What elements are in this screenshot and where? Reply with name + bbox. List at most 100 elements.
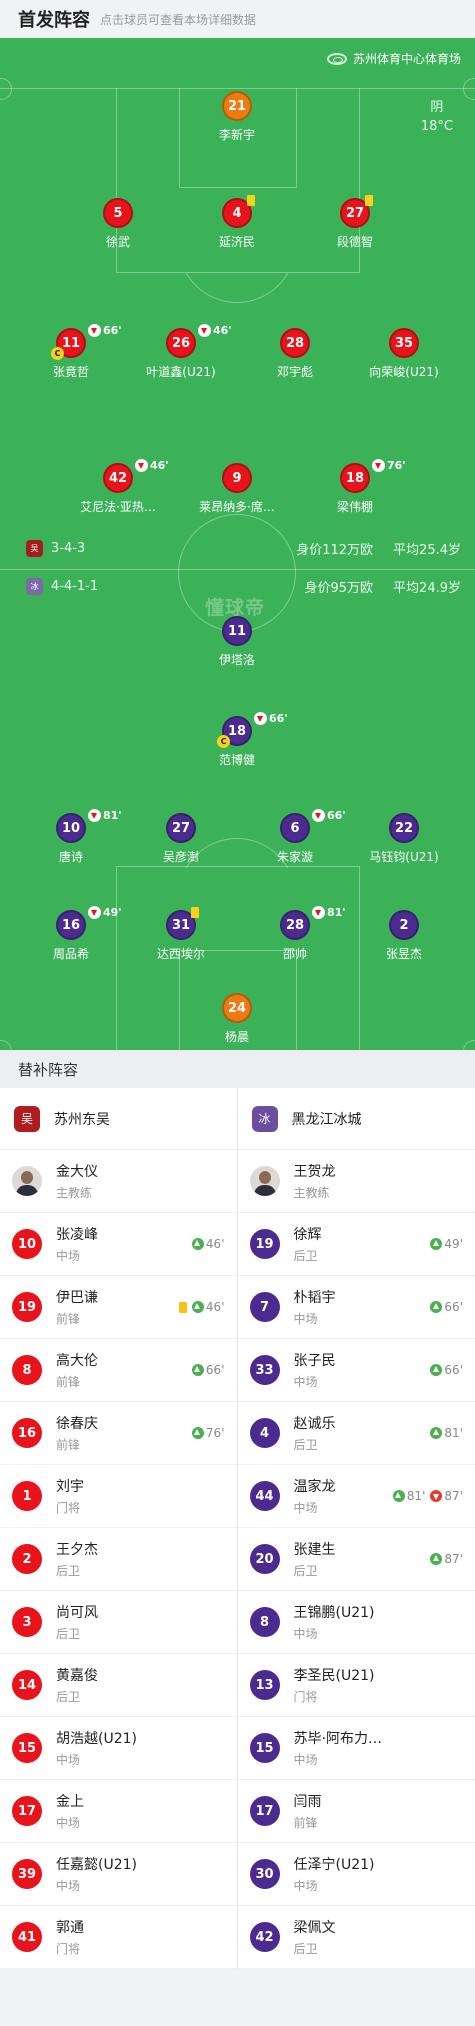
home-player[interactable]: 42 46' 艾尼法·亚热… (58, 459, 178, 515)
player-number-badge: 5 (103, 198, 133, 228)
yellow-card-icon (178, 1301, 187, 1313)
player-number-badge: 15 (249, 1733, 280, 1763)
sub-out-icon (135, 459, 148, 472)
yellow-card-icon (365, 195, 373, 206)
home-subs-team-name: 苏州东吴 (54, 1111, 110, 1128)
coach-role: 主教练 (293, 1186, 330, 1200)
sub-player-row[interactable]: 10 张凌峰 中场 46' (0, 1213, 237, 1276)
player-name: 梁佩文 (293, 1920, 336, 1936)
home-player[interactable]: 18 76' 梁伟棚 (295, 459, 415, 515)
home-player[interactable]: 9 莱昂纳多·席… (177, 463, 297, 515)
home-player[interactable]: 28 邓宇彪 (235, 328, 355, 380)
sub-in-minute: 76' (205, 1426, 225, 1440)
away-player[interactable]: 2 张昱杰 (344, 910, 464, 962)
sub-player-row[interactable]: 7 朴韬宇 中场 66' (237, 1276, 475, 1339)
away-player[interactable]: 6 66' 朱家漩 (235, 809, 355, 865)
away-subs-team[interactable]: 冰 黑龙江冰城 (237, 1088, 475, 1150)
player-name: 梁伟棚 (336, 500, 373, 514)
player-position: 中场 (56, 1249, 81, 1263)
sub-player-row[interactable]: 4 赵诚乐 后卫 81' (237, 1402, 475, 1465)
sub-player-row[interactable]: 16 徐春庆 前锋 76' (0, 1402, 237, 1465)
home-player[interactable]: 27 段德智 (295, 195, 415, 250)
player-number-badge: 4 (249, 1418, 280, 1448)
sub-player-row[interactable]: 15 胡浩越(U21) 中场 (0, 1717, 237, 1780)
sub-in-event: 66' (430, 1363, 463, 1377)
sub-in-minute: 87' (444, 1552, 463, 1566)
home-player[interactable]: 26 46' 叶道鑫(U21) (121, 324, 241, 380)
player-info: 胡浩越(U21) 中场 (56, 1728, 225, 1768)
sub-player-row[interactable]: 17 闫雨 前锋 (237, 1780, 475, 1843)
player-position: 后卫 (293, 1564, 318, 1578)
sub-player-row[interactable]: 14 黄嘉俊 后卫 (0, 1654, 237, 1717)
sub-player-row[interactable]: 19 徐辉 后卫 49' (237, 1213, 475, 1276)
player-number: 39 (17, 1866, 37, 1882)
home-player[interactable]: 5 徐武 (58, 198, 178, 250)
player-name: 任泽宁(U21) (293, 1857, 375, 1873)
player-events: 81' 87' (392, 1489, 463, 1503)
sub-player-row[interactable]: 33 张子民 中场 66' (237, 1339, 475, 1402)
sub-player-row[interactable]: 8 高大伦 前锋 66' (0, 1339, 237, 1402)
sub-player-row[interactable]: 44 温家龙 中场 81' 87' (237, 1465, 475, 1528)
player-position: 中场 (293, 1501, 318, 1515)
player-name: 吴彦澍 (162, 850, 199, 864)
sub-player-row[interactable]: 30 任泽宁(U21) 中场 (237, 1843, 475, 1906)
away-player[interactable]: 18 C 66' 范博健 (177, 712, 297, 768)
away-player[interactable]: 16 49' 周品希 (11, 906, 131, 962)
player-info: 温家龙 中场 (294, 1476, 393, 1516)
away-formation: 4-4-1-1 (51, 579, 99, 594)
home-player[interactable]: 11 C 66' 张竟哲 (11, 324, 131, 380)
player-number-badge: 39 (12, 1859, 42, 1889)
sub-player-row[interactable]: 1 刘宇 门将 (0, 1465, 237, 1528)
home-coach-row[interactable]: 金大仪 主教练 (0, 1150, 237, 1213)
sub-player-row[interactable]: 19 伊巴谦 前锋 46' (0, 1276, 237, 1339)
player-number: 16 (17, 1425, 37, 1441)
sub-player-row[interactable]: 41 郭通 门将 (0, 1906, 237, 1969)
sub-player-row[interactable]: 2 王夕杰 后卫 (0, 1528, 237, 1591)
player-number-badge: 8 (249, 1607, 280, 1637)
coach-avatar (12, 1166, 42, 1196)
away-player[interactable]: 11 伊塔洛 (177, 616, 297, 668)
home-subs-team[interactable]: 吴 苏州东吴 (0, 1088, 237, 1150)
home-player[interactable]: 35 向荣峻(U21) (344, 328, 464, 380)
player-number: 11 (227, 623, 247, 639)
away-player[interactable]: 24 杨晨 (177, 993, 297, 1045)
player-number: 27 (345, 205, 365, 221)
away-coach-row[interactable]: 王贺龙 主教练 (237, 1150, 475, 1213)
sub-player-row[interactable]: 15 苏毕·阿布力… 中场 (237, 1717, 475, 1780)
player-events: 46' (178, 1300, 225, 1314)
home-player[interactable]: 4 延济民 (177, 195, 297, 250)
player-number: 8 (259, 1614, 270, 1630)
player-number: 1 (22, 1488, 32, 1504)
sub-out-indicator: 49' (88, 906, 122, 919)
player-number-badge: 30 (249, 1859, 280, 1889)
sub-player-row[interactable]: 17 金上 中场 (0, 1780, 237, 1843)
player-name: 李新宇 (218, 128, 255, 142)
sub-player-row[interactable]: 8 王锦鹏(U21) 中场 (237, 1591, 475, 1654)
player-number: 17 (17, 1803, 37, 1819)
sub-out-indicator: 81' (312, 906, 346, 919)
player-info: 尚可风 后卫 (56, 1602, 225, 1642)
away-player[interactable]: 31 达西埃尔 (121, 907, 241, 962)
sub-in-event: 81' (430, 1426, 463, 1440)
player-number: 16 (61, 917, 81, 933)
player-info: 张建生 后卫 (294, 1539, 431, 1579)
sub-in-icon (392, 1490, 405, 1502)
sub-player-row[interactable]: 20 张建生 后卫 87' (237, 1528, 475, 1591)
away-player[interactable]: 27 吴彦澍 (121, 813, 241, 865)
sub-out-minute: 46' (150, 459, 169, 472)
player-events: 66' (430, 1363, 463, 1377)
sub-player-row[interactable]: 3 尚可风 后卫 (0, 1591, 237, 1654)
sub-player-row[interactable]: 13 李圣民(U21) 门将 (237, 1654, 475, 1717)
away-player[interactable]: 22 马钰钧(U21) (344, 813, 464, 865)
player-number-badge: 17 (249, 1796, 280, 1826)
home-player[interactable]: 21 李新宇 (177, 91, 297, 143)
player-number-badge: 3 (12, 1607, 42, 1637)
player-name: 达西埃尔 (156, 947, 205, 961)
away-player[interactable]: 28 81' 邵帅 (235, 906, 355, 962)
player-position: 后卫 (293, 1942, 318, 1956)
sub-player-row[interactable]: 42 梁佩文 后卫 (237, 1906, 475, 1969)
subs-title: 替补阵容 (18, 1060, 79, 1079)
player-name: 伊巴谦 (56, 1290, 98, 1306)
sub-player-row[interactable]: 39 任嘉懿(U21) 中场 (0, 1843, 237, 1906)
away-player[interactable]: 10 81' 唐诗 (11, 809, 131, 865)
